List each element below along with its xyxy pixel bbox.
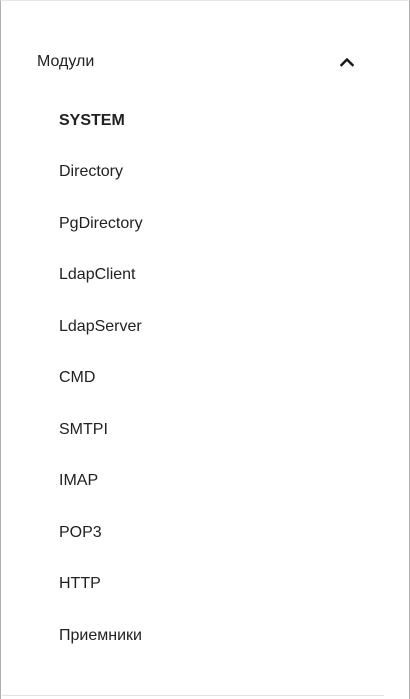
module-item-cmd[interactable]: CMD — [2, 353, 384, 405]
module-item-pop3[interactable]: POP3 — [2, 507, 384, 559]
module-item-smtpi[interactable]: SMTPI — [2, 404, 384, 456]
modules-section-title: Модули — [37, 53, 95, 70]
modules-section-header[interactable]: Модули — [2, 39, 384, 85]
modules-list: SYSTEM Directory PgDirectory LdapClient … — [2, 95, 384, 662]
module-item-http[interactable]: HTTP — [2, 559, 384, 611]
module-item-directory[interactable]: Directory — [2, 147, 384, 199]
module-item-pgdirectory[interactable]: PgDirectory — [2, 198, 384, 250]
modules-panel: Модули SYSTEM Directory PgDirectory Ldap… — [0, 0, 410, 699]
module-item-ldapclient[interactable]: LdapClient — [2, 250, 384, 302]
module-item-receivers[interactable]: Приемники — [2, 610, 384, 662]
bottom-divider — [2, 695, 384, 696]
module-item-system[interactable]: SYSTEM — [2, 95, 384, 147]
chevron-up-icon[interactable] — [338, 53, 356, 71]
module-item-ldapserver[interactable]: LdapServer — [2, 301, 384, 353]
module-item-imap[interactable]: IMAP — [2, 456, 384, 508]
